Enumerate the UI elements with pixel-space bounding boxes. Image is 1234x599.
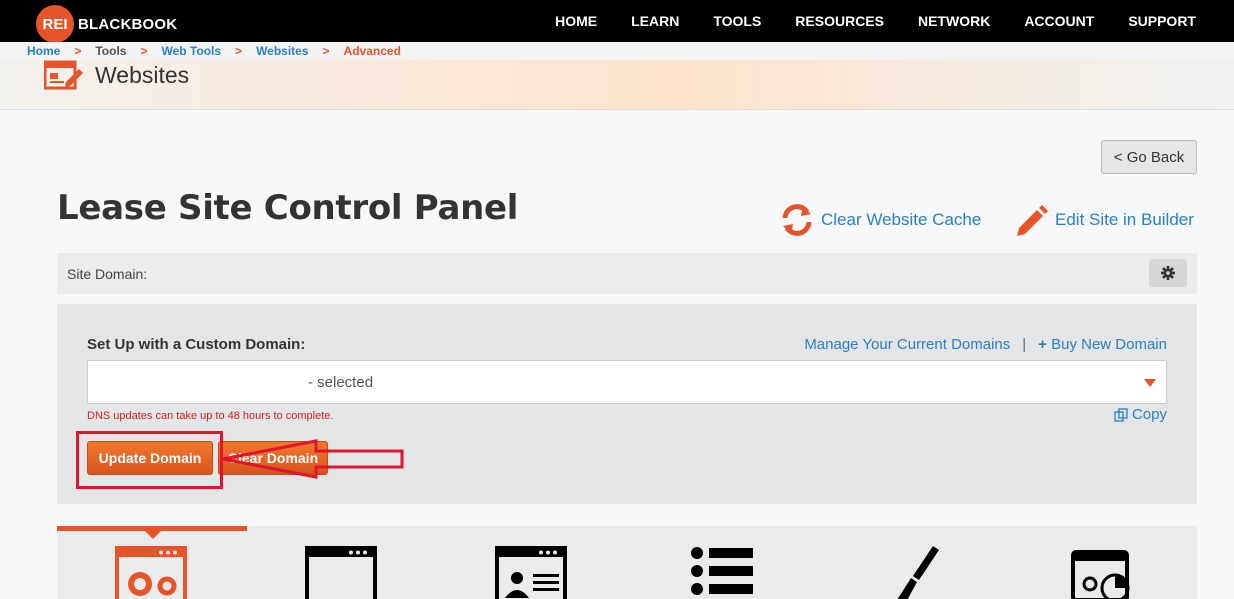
copy-label: Copy xyxy=(1131,406,1167,423)
profile-page-icon[interactable] xyxy=(495,546,567,599)
breadcrumb-home[interactable]: Home xyxy=(27,44,60,58)
refresh-icon xyxy=(782,204,812,236)
nav-account[interactable]: ACCOUNT xyxy=(1024,13,1094,29)
breadcrumb-separator: > xyxy=(235,44,243,58)
clear-website-cache-link[interactable]: Clear Website Cache xyxy=(779,202,981,238)
annotation-arrow-icon xyxy=(222,439,404,479)
edit-site-in-builder-link[interactable]: Edit Site in Builder xyxy=(1013,202,1194,238)
site-domain-label: Site Domain: xyxy=(67,265,148,282)
breadcrumb: Home > Tools > Web Tools > Websites > Ad… xyxy=(0,42,1234,60)
breadcrumb-separator: > xyxy=(74,44,82,58)
breadcrumb-separator: > xyxy=(140,44,148,58)
nav-home[interactable]: HOME xyxy=(555,13,597,29)
nav-tools[interactable]: TOOLS xyxy=(713,13,761,29)
plus-icon: + xyxy=(1038,336,1052,353)
nav-network[interactable]: NETWORK xyxy=(918,13,990,29)
site-domain-settings-button[interactable] xyxy=(1149,259,1187,287)
website-edit-icon xyxy=(44,60,83,90)
buy-new-domain-label: Buy New Domain xyxy=(1051,336,1167,353)
rei-blackbook-logo[interactable]: REI BLACKBOOK xyxy=(36,5,177,43)
nav-learn[interactable]: LEARN xyxy=(631,13,679,29)
logo-text: BLACKBOOK xyxy=(78,15,178,33)
top-navigation-bar: REI BLACKBOOK HOME LEARN TOOLS RESOURCES… xyxy=(0,0,1234,43)
custom-domain-label: Set Up with a Custom Domain: xyxy=(87,336,306,353)
link-divider: | xyxy=(1022,336,1027,353)
nav-support[interactable]: SUPPORT xyxy=(1128,13,1196,29)
site-domain-row: Site Domain: xyxy=(57,253,1197,294)
edit-site-in-builder-label: Edit Site in Builder xyxy=(1055,210,1194,229)
paintbrush-icon[interactable] xyxy=(875,546,947,599)
go-back-button[interactable]: < Go Back xyxy=(1101,140,1197,174)
clear-website-cache-label: Clear Website Cache xyxy=(821,210,982,229)
dns-update-note: DNS updates can take up to 48 hours to c… xyxy=(87,410,334,422)
site-tool-tabs xyxy=(57,526,1197,599)
breadcrumb-websites[interactable]: Websites xyxy=(256,44,308,58)
domain-select-value: - selected xyxy=(308,374,374,391)
page-banner: Websites xyxy=(0,60,1234,110)
banner-title: Websites xyxy=(95,62,190,88)
domain-select[interactable]: - selected xyxy=(87,360,1167,404)
copy-link[interactable]: Copy xyxy=(1114,406,1167,423)
analytics-icon[interactable] xyxy=(1065,546,1137,599)
domain-links: Manage Your Current Domains | + Buy New … xyxy=(804,336,1167,353)
breadcrumb-advanced: Advanced xyxy=(343,44,401,58)
main-menu: HOME LEARN TOOLS RESOURCES NETWORK ACCOU… xyxy=(555,0,1196,42)
breadcrumb-separator: > xyxy=(322,44,330,58)
nav-resources[interactable]: RESOURCES xyxy=(795,13,884,29)
list-icon[interactable] xyxy=(685,546,757,599)
manage-domains-link[interactable]: Manage Your Current Domains xyxy=(804,336,1010,353)
logo-mark: REI xyxy=(36,5,74,43)
buy-new-domain-link[interactable]: + Buy New Domain xyxy=(1038,336,1167,353)
site-settings-icon[interactable] xyxy=(115,546,187,599)
breadcrumb-web-tools[interactable]: Web Tools xyxy=(161,44,221,58)
caret-down-icon xyxy=(1144,379,1156,387)
pencil-icon xyxy=(1017,205,1048,236)
blank-page-icon[interactable] xyxy=(305,546,377,599)
annotation-highlight-box xyxy=(76,431,223,489)
breadcrumb-tools: Tools xyxy=(95,44,127,58)
gear-icon xyxy=(1161,266,1175,280)
copy-icon xyxy=(1114,407,1128,422)
page-title: Lease Site Control Panel xyxy=(57,188,519,228)
active-tab-notch xyxy=(145,531,161,539)
